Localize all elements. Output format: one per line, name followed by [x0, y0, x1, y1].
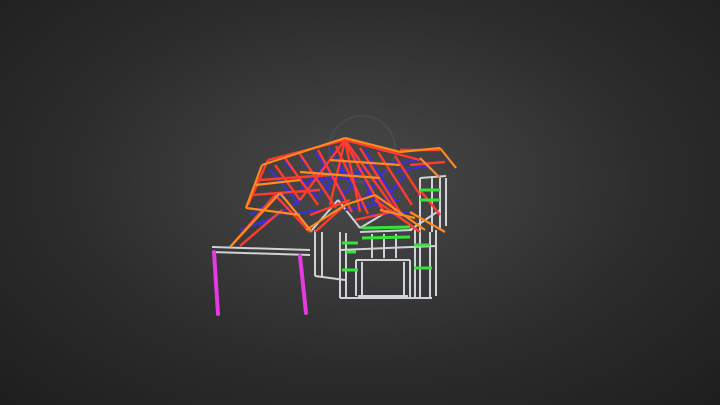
wall-frame: [211, 175, 447, 299]
3d-viewer-canvas[interactable]: [0, 0, 720, 405]
garage-posts: [212, 250, 308, 316]
rafters: [231, 138, 446, 247]
roof-truss-frame-model[interactable]: [0, 0, 720, 405]
